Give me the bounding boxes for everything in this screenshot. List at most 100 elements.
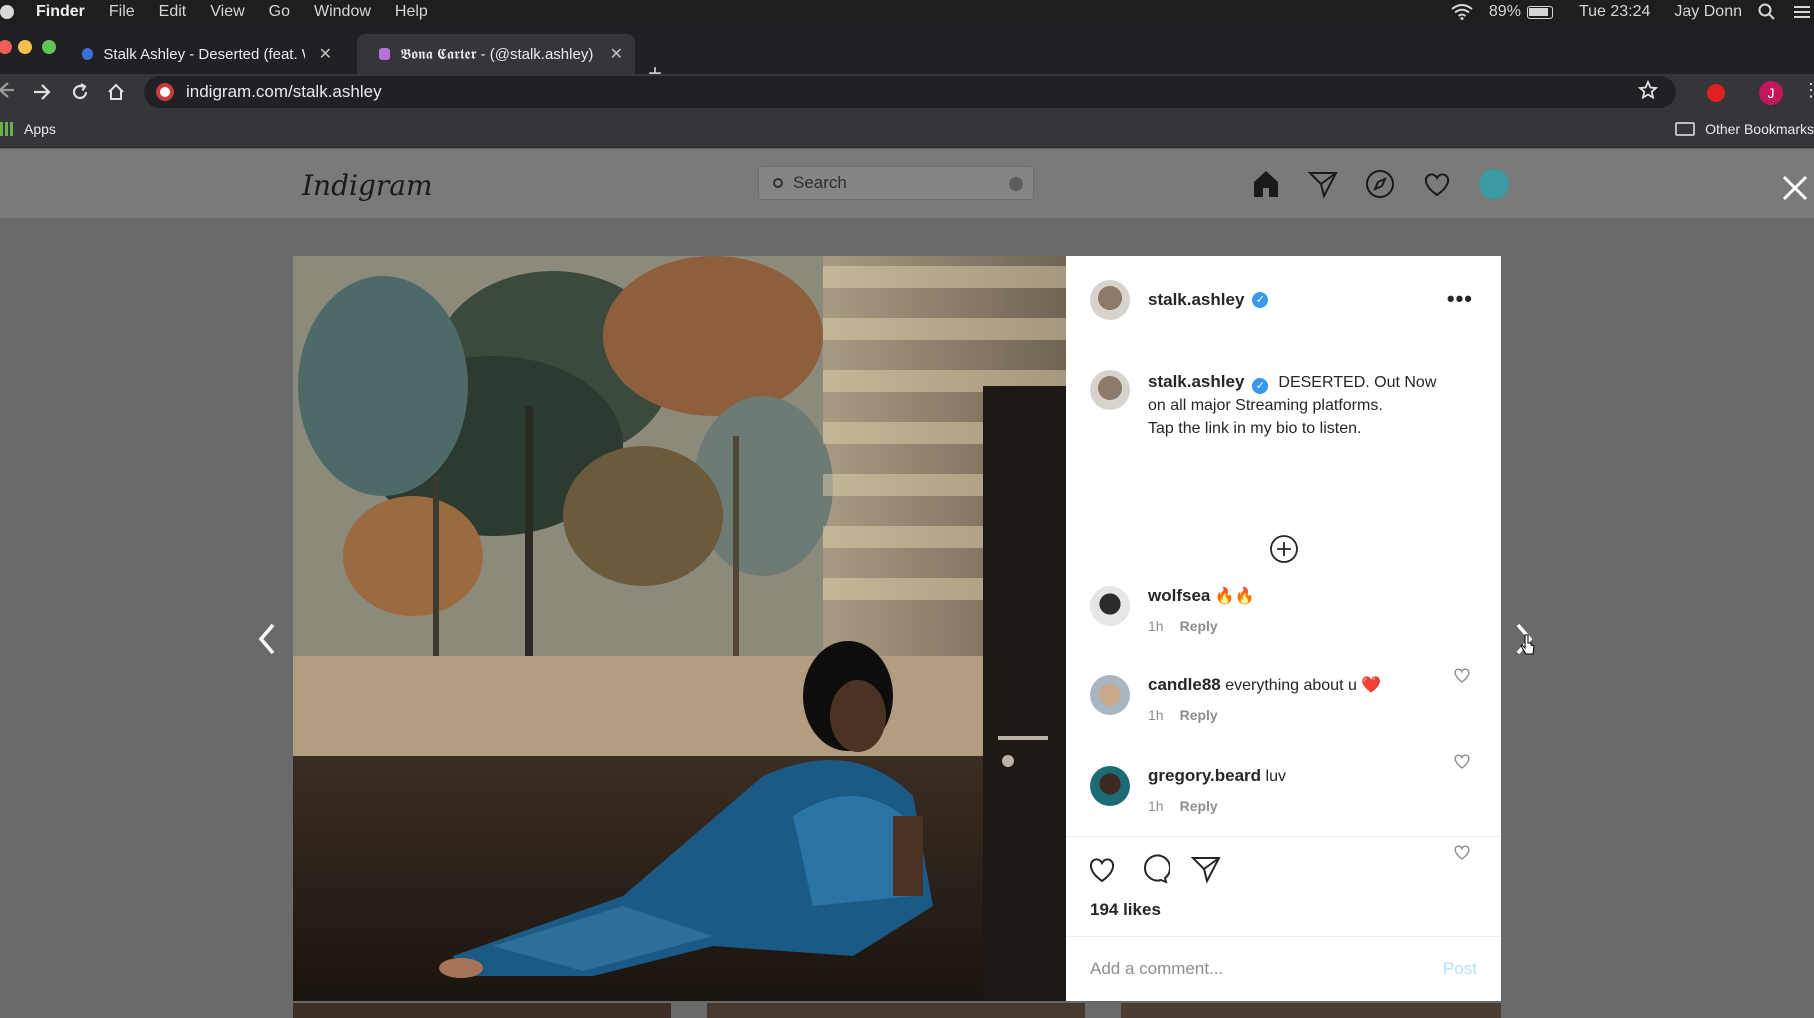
explore-compass-icon[interactable]: [1364, 168, 1396, 200]
likes-count[interactable]: 194 likes: [1090, 900, 1161, 920]
previous-post-chevron-icon[interactable]: [253, 619, 281, 659]
thumbnail[interactable]: [707, 1003, 1085, 1018]
other-bookmarks[interactable]: Other Bookmarks: [1675, 121, 1814, 137]
comment-text: luv: [1265, 768, 1286, 785]
indigram-logo[interactable]: Indigram: [302, 169, 433, 202]
tab-favicon-icon: [82, 48, 94, 60]
post-caption: stalk.ashley ✓ DESERTED. Out Now on all ma…: [1090, 370, 1468, 440]
direct-message-icon[interactable]: [1307, 168, 1339, 200]
menubar-clock[interactable]: Tue 23:24: [1579, 3, 1650, 21]
comment-like-heart-icon[interactable]: [1453, 666, 1471, 684]
bookmark-apps-label: Apps: [24, 121, 56, 137]
apple-menu-icon[interactable]: [0, 5, 14, 19]
comment-item: wolfsea 🔥🔥 1h Reply: [1090, 586, 1255, 634]
profile-avatar[interactable]: J: [1759, 81, 1783, 105]
load-more-comments-icon[interactable]: [1269, 534, 1299, 564]
comment-username[interactable]: candle88: [1148, 675, 1221, 694]
window-minimize-button[interactable]: [18, 40, 32, 54]
comment-username[interactable]: gregory.beard: [1148, 766, 1261, 785]
close-icon[interactable]: [1780, 173, 1810, 203]
window-close-button[interactable]: [0, 40, 12, 54]
tab-close-icon[interactable]: ✕: [319, 44, 332, 64]
comment-bubble-icon[interactable]: [1138, 853, 1170, 885]
reply-button[interactable]: Reply: [1180, 618, 1218, 634]
comment-like-heart-icon[interactable]: [1453, 752, 1471, 770]
menubar-user[interactable]: Jay Donn: [1674, 3, 1742, 21]
verified-badge-icon: ✓: [1252, 378, 1269, 394]
author-username[interactable]: stalk.ashley: [1148, 290, 1244, 310]
forward-arrow-icon[interactable]: [32, 82, 52, 102]
reply-button[interactable]: Reply: [1180, 798, 1218, 814]
search-icon: [773, 178, 783, 188]
caption-avatar[interactable]: [1090, 370, 1130, 410]
like-heart-icon[interactable]: [1086, 853, 1118, 885]
folder-icon: [1675, 122, 1696, 136]
reload-icon[interactable]: [70, 82, 90, 102]
post-author[interactable]: stalk.ashley ✓: [1090, 280, 1278, 320]
thumbnail[interactable]: [293, 1003, 671, 1018]
battery-icon[interactable]: [1526, 5, 1553, 19]
caption-username[interactable]: stalk.ashley: [1148, 372, 1244, 391]
menu-edit[interactable]: Edit: [159, 3, 187, 21]
mouse-pointer-icon: [1520, 634, 1535, 655]
comment-text: everything about u ❤️: [1225, 677, 1382, 694]
address-url[interactable]: indigram.com/stalk.ashley: [186, 82, 382, 102]
bookmark-star-icon[interactable]: [1638, 80, 1658, 100]
menu-file[interactable]: File: [109, 3, 135, 21]
extension-icon[interactable]: [1707, 84, 1725, 102]
caption-line: on all major Streaming platforms.: [1148, 397, 1383, 414]
share-icon[interactable]: [1190, 853, 1222, 885]
menu-view[interactable]: View: [210, 3, 244, 21]
menu-help[interactable]: Help: [395, 3, 428, 21]
post-photo-illustration: [293, 256, 1067, 1001]
post-actions: 194 likes: [1066, 836, 1501, 919]
page-content: Indigram Search stalk.ashley ✓ ••• stalk…: [0, 149, 1814, 1018]
add-comment-field[interactable]: Add a comment... Post: [1066, 936, 1501, 1001]
comment-time: 1h: [1148, 618, 1164, 634]
tab-title: 𝕭𝖔𝖓𝖆 𝕮𝖆𝖗𝖙𝖊𝖗 - (@stalk.ashley): [400, 45, 594, 63]
tab-close-icon[interactable]: ✕: [610, 44, 623, 64]
post-comment-button[interactable]: Post: [1443, 959, 1477, 979]
bookmark-apps[interactable]: Apps: [0, 121, 56, 137]
commenter-avatar[interactable]: [1090, 766, 1130, 806]
bookmarks-bar: Apps Other Bookmarks: [0, 110, 1814, 148]
comment-like-heart-icon[interactable]: [1453, 843, 1471, 861]
thumbnail[interactable]: [1121, 1003, 1501, 1018]
search-input[interactable]: Search: [758, 166, 1034, 200]
home-icon[interactable]: [1250, 168, 1282, 200]
comment-text: 🔥🔥: [1214, 588, 1255, 605]
macos-menu-bar: Finder File Edit View Go Window Help 89%…: [0, 0, 1814, 24]
commenter-avatar[interactable]: [1090, 675, 1130, 715]
activity-heart-icon[interactable]: [1421, 168, 1453, 200]
search-placeholder: Search: [793, 173, 847, 192]
post-sidebar: stalk.ashley ✓ ••• stalk.ashley ✓ DESERTED…: [1066, 256, 1501, 1001]
browser-tab-strip: Stalk Ashley - Deserted (feat. W ✕ 𝕭𝖔𝖓𝖆 …: [0, 24, 1814, 86]
comment-item: candle88 everything about u ❤️ 1h Reply: [1090, 675, 1381, 723]
back-arrow-icon[interactable]: [0, 80, 14, 100]
add-comment-placeholder[interactable]: Add a comment...: [1090, 959, 1223, 979]
author-avatar[interactable]: [1090, 280, 1130, 320]
home-icon[interactable]: [106, 82, 126, 102]
menu-go[interactable]: Go: [269, 3, 290, 21]
address-bar[interactable]: indigram.com/stalk.ashley: [144, 76, 1676, 108]
browser-menu-icon[interactable]: ⋮: [1802, 80, 1814, 101]
tab-indigram[interactable]: 𝕭𝖔𝖓𝖆 𝕮𝖆𝖗𝖙𝖊𝖗 - (@stalk.ashley) ✕: [357, 34, 635, 74]
menu-finder[interactable]: Finder: [36, 3, 85, 21]
reply-button[interactable]: Reply: [1180, 707, 1218, 723]
comment-username[interactable]: wolfsea: [1148, 586, 1210, 605]
tab-youtube[interactable]: Stalk Ashley - Deserted (feat. W ✕: [60, 34, 344, 74]
comment-time: 1h: [1148, 798, 1164, 814]
commenter-avatar[interactable]: [1090, 586, 1130, 626]
wifi-icon[interactable]: [1451, 4, 1473, 20]
post-photo[interactable]: [293, 256, 1067, 1001]
window-zoom-button[interactable]: [42, 40, 56, 54]
comment-time: 1h: [1148, 707, 1164, 723]
menu-window[interactable]: Window: [314, 3, 371, 21]
spotlight-search-icon[interactable]: [1758, 3, 1776, 21]
more-options-icon[interactable]: •••: [1447, 286, 1473, 312]
clear-search-icon[interactable]: [1009, 177, 1023, 191]
notification-center-icon[interactable]: [1792, 4, 1810, 20]
browser-toolbar: indigram.com/stalk.ashley J ⋮: [0, 74, 1814, 110]
user-avatar[interactable]: [1479, 169, 1509, 199]
site-info-icon[interactable]: [156, 83, 174, 101]
